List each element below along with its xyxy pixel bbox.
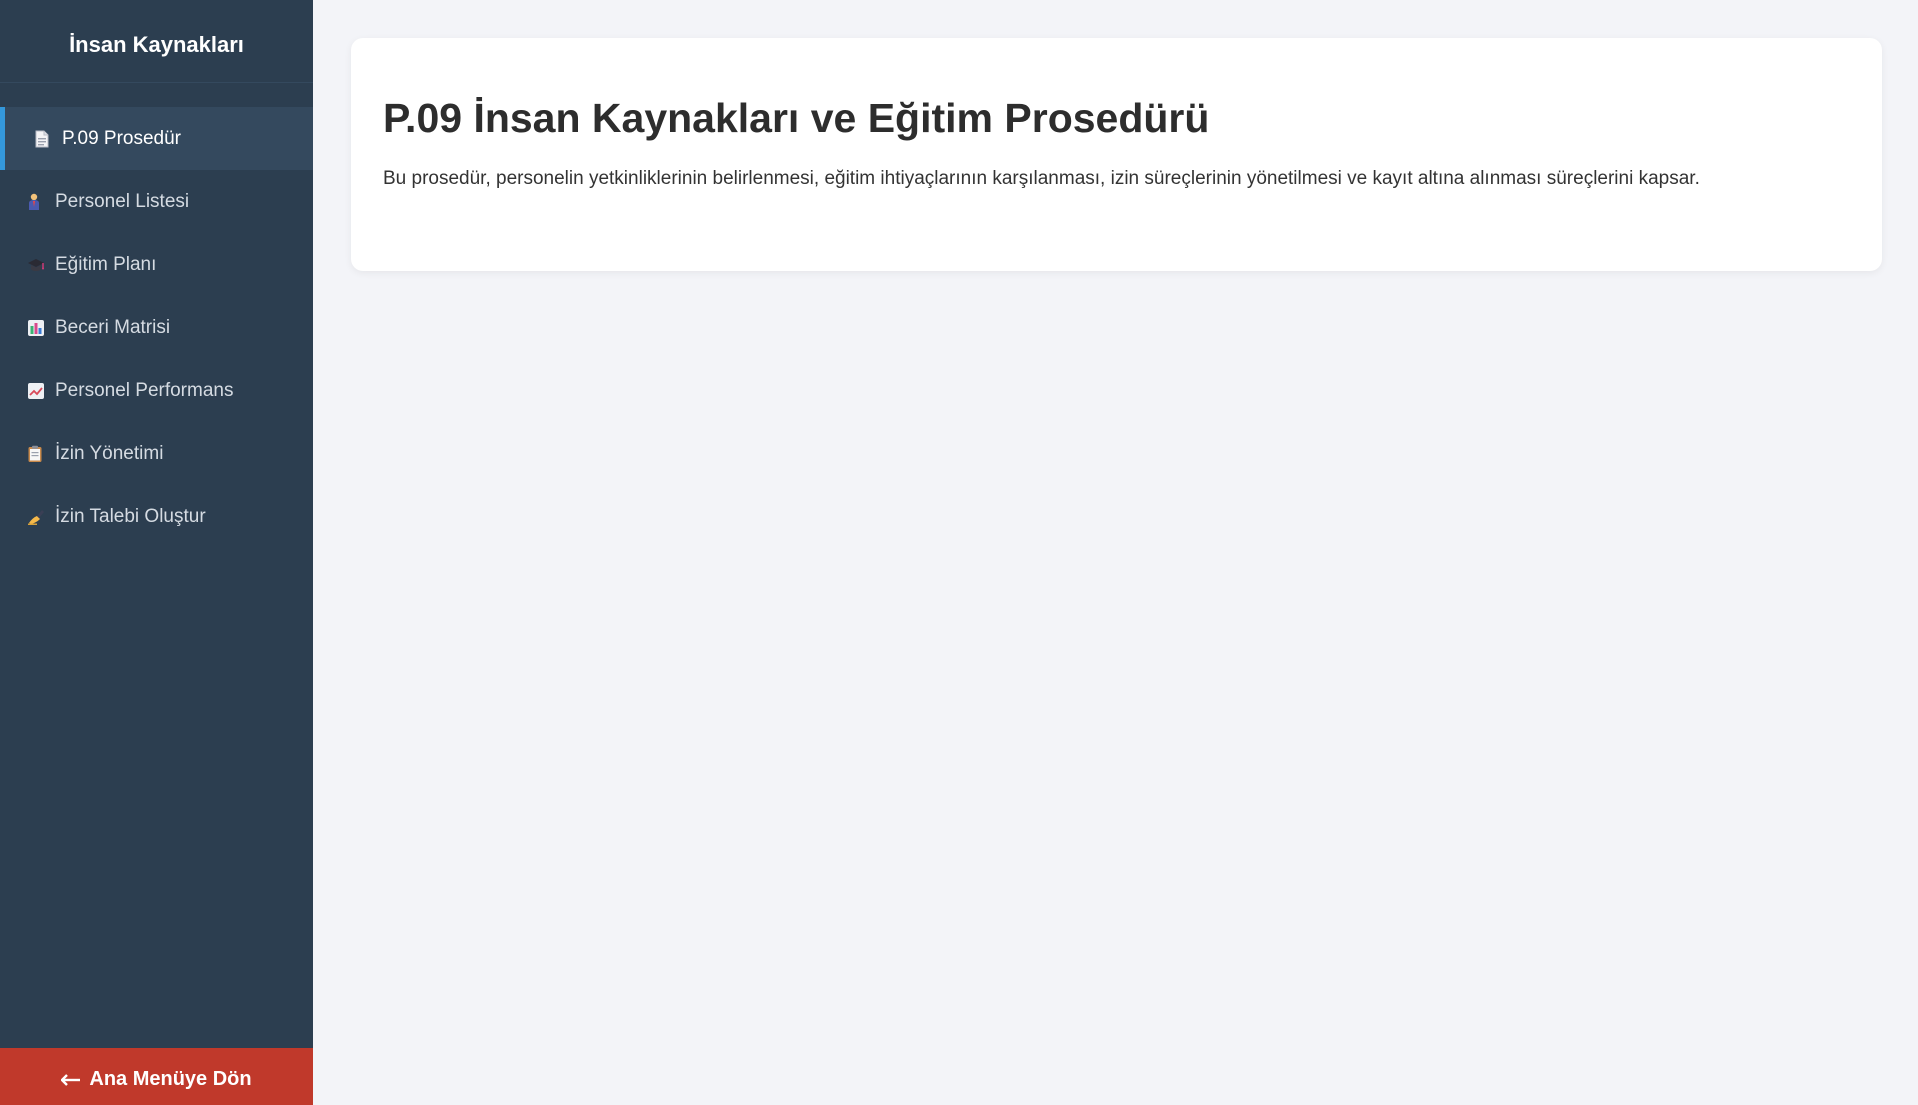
sidebar-item-label: İzin Yönetimi bbox=[55, 442, 164, 464]
document-icon bbox=[34, 130, 56, 148]
app-root: İnsan Kaynakları P.09 Prosedür Personel … bbox=[0, 0, 1918, 1105]
sidebar-header: İnsan Kaynakları bbox=[0, 0, 313, 83]
sidebar-item-izin-yonetimi[interactable]: İzin Yönetimi bbox=[0, 422, 313, 485]
sidebar-item-label: İzin Talebi Oluştur bbox=[55, 505, 206, 527]
graduation-cap-icon bbox=[27, 257, 49, 273]
sidebar-nav: P.09 Prosedür Personel Listesi Eğitim Pl… bbox=[0, 107, 313, 548]
sidebar-title: İnsan Kaynakları bbox=[69, 32, 244, 57]
procedure-description: Bu prosedür, personelin yetkinliklerinin… bbox=[383, 168, 1700, 190]
sidebar-item-personel-listesi[interactable]: Personel Listesi bbox=[0, 170, 313, 233]
bar-chart-icon bbox=[27, 319, 49, 337]
page-title: P.09 İnsan Kaynakları ve Eğitim Prosedür… bbox=[383, 95, 1210, 141]
writing-hand-icon bbox=[27, 508, 49, 526]
arrow-left-icon bbox=[61, 1073, 81, 1086]
sidebar-item-izin-talebi-olustur[interactable]: İzin Talebi Oluştur bbox=[0, 485, 313, 548]
main-content: P.09 İnsan Kaynakları ve Eğitim Prosedür… bbox=[313, 0, 1918, 1105]
sidebar-item-personel-performans[interactable]: Personel Performans bbox=[0, 359, 313, 422]
back-button-label: Ana Menüye Dön bbox=[89, 1068, 252, 1090]
sidebar: İnsan Kaynakları P.09 Prosedür Personel … bbox=[0, 0, 313, 1105]
sidebar-item-beceri-matrisi[interactable]: Beceri Matrisi bbox=[0, 296, 313, 359]
clipboard-icon bbox=[27, 445, 49, 463]
procedure-card: P.09 İnsan Kaynakları ve Eğitim Prosedür… bbox=[351, 38, 1882, 271]
sidebar-item-label: Beceri Matrisi bbox=[55, 316, 171, 338]
back-to-main-menu-button[interactable]: Ana Menüye Dön bbox=[0, 1048, 313, 1105]
sidebar-item-label: Eğitim Planı bbox=[55, 253, 157, 275]
sidebar-item-egitim-plani[interactable]: Eğitim Planı bbox=[0, 233, 313, 296]
sidebar-item-p09-prosedur[interactable]: P.09 Prosedür bbox=[0, 107, 313, 170]
sidebar-item-label: Personel Listesi bbox=[55, 190, 190, 212]
sidebar-item-label: Personel Performans bbox=[55, 379, 234, 401]
line-chart-icon bbox=[27, 382, 49, 400]
sidebar-item-label: P.09 Prosedür bbox=[62, 127, 182, 149]
person-icon bbox=[27, 193, 49, 211]
